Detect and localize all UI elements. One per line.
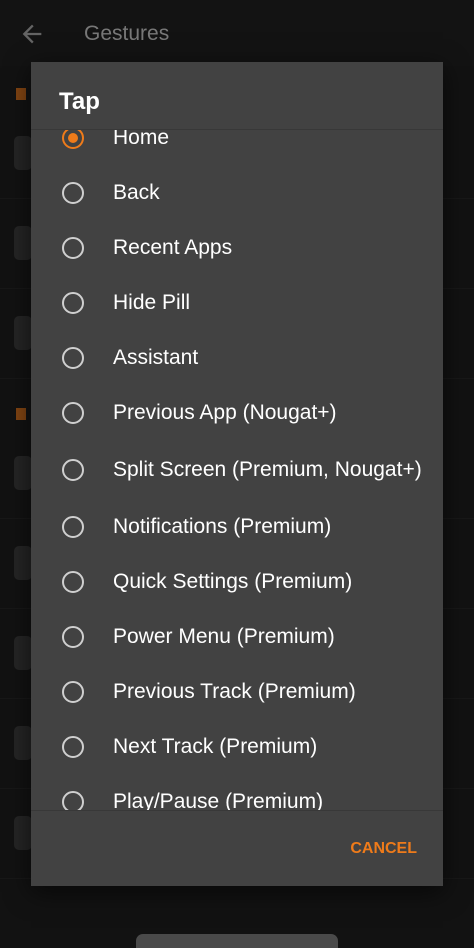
radio-button[interactable]: [62, 735, 84, 758]
option-label: Previous Track (Premium): [113, 679, 356, 703]
radio-button[interactable]: [62, 515, 84, 538]
navigation-pill[interactable]: [136, 934, 338, 948]
option-label: Recent Apps: [113, 235, 233, 259]
radio-button[interactable]: [62, 130, 84, 149]
radio-button[interactable]: [62, 625, 84, 648]
option-label: Back: [113, 180, 160, 204]
option-label: Notifications (Premium): [113, 514, 332, 538]
radio-button[interactable]: [62, 181, 84, 204]
option-notifications[interactable]: Notifications (Premium): [31, 499, 443, 554]
option-play-pause[interactable]: Play/Pause (Premium): [31, 774, 443, 810]
radio-button[interactable]: [62, 401, 84, 424]
option-label: Quick Settings (Premium): [113, 569, 353, 593]
option-power-menu[interactable]: Power Menu (Premium): [31, 609, 443, 664]
option-label: Hide Pill: [113, 290, 191, 314]
option-label: Home: [113, 130, 170, 149]
radio-button[interactable]: [62, 570, 84, 593]
radio-button[interactable]: [62, 680, 84, 703]
radio-button[interactable]: [62, 236, 84, 259]
divider: [31, 810, 443, 811]
dialog-title: Tap: [59, 88, 100, 115]
option-previous-app[interactable]: Previous App (Nougat+): [31, 385, 443, 440]
option-label: Power Menu (Premium): [113, 624, 335, 648]
radio-button[interactable]: [62, 346, 84, 369]
radio-button[interactable]: [62, 458, 84, 481]
radio-button[interactable]: [62, 790, 84, 810]
option-label: Split Screen (Premium, Nougat+): [113, 457, 422, 481]
options-list: Home Back Recent Apps Hide Pill Assistan…: [31, 130, 443, 810]
tap-action-dialog: Tap Home Back Recent Apps Hide Pill Assi: [31, 62, 443, 886]
radio-button[interactable]: [62, 291, 84, 314]
option-quick-settings[interactable]: Quick Settings (Premium): [31, 554, 443, 609]
options-scroll-area[interactable]: Home Back Recent Apps Hide Pill Assistan…: [31, 130, 443, 810]
option-home[interactable]: Home: [31, 130, 443, 165]
option-label: Assistant: [113, 345, 199, 369]
option-label: Play/Pause (Premium): [113, 789, 324, 811]
option-back[interactable]: Back: [31, 165, 443, 220]
cancel-button[interactable]: CANCEL: [350, 840, 417, 858]
option-next-track[interactable]: Next Track (Premium): [31, 719, 443, 774]
option-label: Previous App (Nougat+): [113, 400, 337, 424]
option-hide-pill[interactable]: Hide Pill: [31, 275, 443, 330]
option-label: Next Track (Premium): [113, 734, 318, 758]
option-split-screen[interactable]: Split Screen (Premium, Nougat+): [31, 440, 443, 499]
option-recent-apps[interactable]: Recent Apps: [31, 220, 443, 275]
option-previous-track[interactable]: Previous Track (Premium): [31, 664, 443, 719]
option-assistant[interactable]: Assistant: [31, 330, 443, 385]
